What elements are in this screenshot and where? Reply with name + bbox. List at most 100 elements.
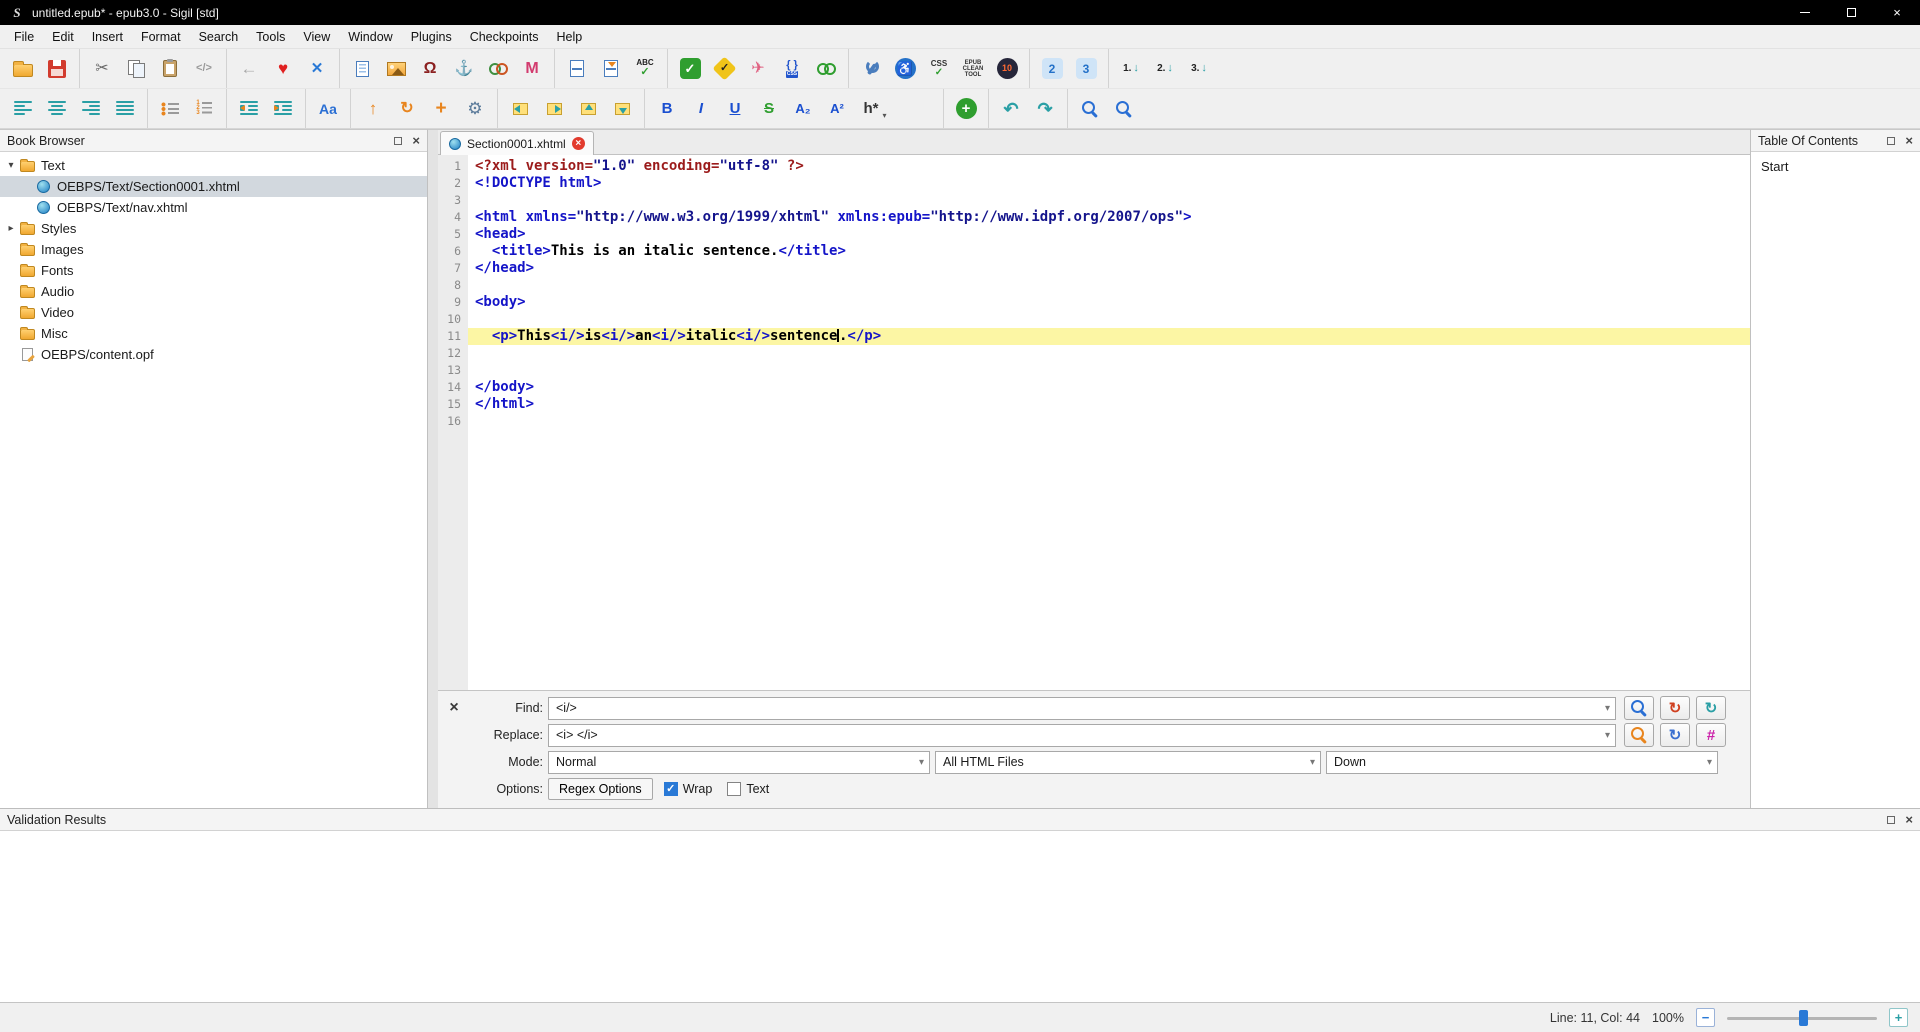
css-clean-button[interactable]: CSS✓ [922,52,956,85]
menu-checkpoints[interactable]: Checkpoints [461,27,548,47]
close-window-button[interactable]: × [1874,0,1920,25]
menu-format[interactable]: Format [132,27,190,47]
close-panel-icon[interactable]: × [1905,813,1913,826]
code-line-9[interactable]: 9<body> [438,294,1750,311]
code-line-15[interactable]: 15</html> [438,396,1750,413]
dropdown-icon[interactable]: ▾ [1605,730,1610,741]
toc-level-2-button[interactable]: 2.↓ [1148,52,1182,85]
code-line-10[interactable]: 10 [438,311,1750,328]
dropdown-icon[interactable]: ▾ [1310,757,1315,768]
code-line-3[interactable]: 3 [438,192,1750,209]
find-input[interactable]: <i/> ▾ [548,697,1616,720]
menu-help[interactable]: Help [548,27,592,47]
menu-search[interactable]: Search [190,27,248,47]
dropdown-icon[interactable]: ▾ [1707,757,1712,768]
zoom-out-button[interactable]: − [1696,1008,1715,1027]
code-editor[interactable]: 1<?xml version="1.0" encoding="utf-8" ?>… [438,155,1750,690]
exit-button[interactable]: ✕ [300,52,334,85]
checkpoint-refresh-button[interactable]: ↻ [390,92,424,125]
split-view-right-button[interactable] [537,92,571,125]
tree-item-oebps-text-nav-xhtml[interactable]: OEBPS/Text/nav.xhtml [0,197,427,218]
code-line-8[interactable]: 8 [438,277,1750,294]
insert-closing-tag-button[interactable]: </> [187,52,221,85]
back-to-link-button[interactable]: ← [232,52,266,85]
mark-selected-text-button[interactable]: M [515,52,549,85]
zoom-slider-handle[interactable] [1799,1010,1808,1026]
replace-input[interactable]: <i> </i> ▾ [548,724,1616,747]
menu-view[interactable]: View [294,27,339,47]
maximize-button[interactable] [1828,0,1874,25]
menu-file[interactable]: File [5,27,43,47]
subscript-button[interactable]: A₂ [786,92,820,125]
code-line-13[interactable]: 13 [438,362,1750,379]
donate-button[interactable]: ♥ [266,52,300,85]
superscript-button[interactable]: A² [820,92,854,125]
insert-split-marker-button[interactable] [594,52,628,85]
tree-item-video[interactable]: Video [0,302,427,323]
epub-clean-tool-button[interactable]: EPUB CLEAN TOOL [956,52,990,85]
minimize-button[interactable] [1782,0,1828,25]
find-button[interactable] [1073,92,1107,125]
split-view-top-button[interactable] [571,92,605,125]
code-line-14[interactable]: 14</body> [438,379,1750,396]
split-at-cursor-button[interactable] [560,52,594,85]
search-direction-select[interactable]: Down ▾ [1326,751,1718,774]
spellcheck-button[interactable]: ABC✓ [628,52,662,85]
split-view-left-button[interactable] [503,92,537,125]
align-center-button[interactable] [40,92,74,125]
numbered-list-button[interactable]: 1 2 3 [187,92,221,125]
regex-options-button[interactable]: Regex Options [548,778,653,800]
text-checkbox[interactable] [727,782,741,796]
redo-button[interactable]: ↷ [1028,92,1062,125]
collapse-arrow-icon[interactable]: ▾ [4,160,18,171]
undock-icon[interactable] [1887,816,1895,824]
italic-button[interactable]: I [684,92,718,125]
add-resource-button[interactable]: + [949,92,983,125]
search-target-select[interactable]: All HTML Files ▾ [935,751,1321,774]
save-epub-button[interactable] [40,52,74,85]
tree-item-text[interactable]: ▾Text [0,155,427,176]
zoom-in-button[interactable]: + [1889,1008,1908,1027]
code-line-4[interactable]: 4<html xmlns="http://www.w3.org/1999/xht… [438,209,1750,226]
change-case-button[interactable]: Aa [311,92,345,125]
insert-id-button[interactable]: ⚓ [447,52,481,85]
tree-item-fonts[interactable]: Fonts [0,260,427,281]
tree-item-images[interactable]: Images [0,239,427,260]
menu-plugins[interactable]: Plugins [402,27,461,47]
insert-image-button[interactable] [379,52,413,85]
code-line-7[interactable]: 7</head> [438,260,1750,277]
accessibility-check-button[interactable]: ♿ [888,52,922,85]
find-all-button[interactable]: ↻ [1696,696,1726,720]
undock-icon[interactable] [394,137,402,145]
validate-epub-button[interactable]: ✓ [707,52,741,85]
checkpoint-add-button[interactable]: + [424,92,458,125]
undock-icon[interactable] [1887,137,1895,145]
insert-file-button[interactable] [345,52,379,85]
split-view-bottom-button[interactable] [605,92,639,125]
insert-link-button[interactable] [481,52,515,85]
align-justify-button[interactable] [108,92,142,125]
undo-button[interactable]: ↶ [994,92,1028,125]
copy-button[interactable] [119,52,153,85]
cut-button[interactable]: ✂ [85,52,119,85]
underline-button[interactable]: U [718,92,752,125]
code-line-6[interactable]: 6 <title>This is an italic sentence.</ti… [438,243,1750,260]
tree-item-styles[interactable]: ▸Styles [0,218,427,239]
checkpoint-restore-button[interactable]: ↑ [356,92,390,125]
plugin-10-button[interactable]: 10 [990,52,1024,85]
bold-button[interactable]: B [650,92,684,125]
toc-entry-start[interactable]: Start [1761,158,1910,175]
toc-level-1-button[interactable]: 1.↓ [1114,52,1148,85]
validate-css-button[interactable]: { }CSS [775,52,809,85]
dropdown-icon[interactable]: ▾ [1605,703,1610,714]
replace-next-button[interactable] [1624,723,1654,747]
epub2-tool-button[interactable]: 2 [1035,52,1069,85]
menu-edit[interactable]: Edit [43,27,83,47]
search-mode-select[interactable]: Normal ▾ [548,751,930,774]
outdent-button[interactable] [232,92,266,125]
manage-plugins-button[interactable] [854,52,888,85]
tab-close-icon[interactable]: × [572,137,585,150]
align-right-button[interactable] [74,92,108,125]
tree-item-audio[interactable]: Audio [0,281,427,302]
dropdown-icon[interactable]: ▾ [919,757,924,768]
